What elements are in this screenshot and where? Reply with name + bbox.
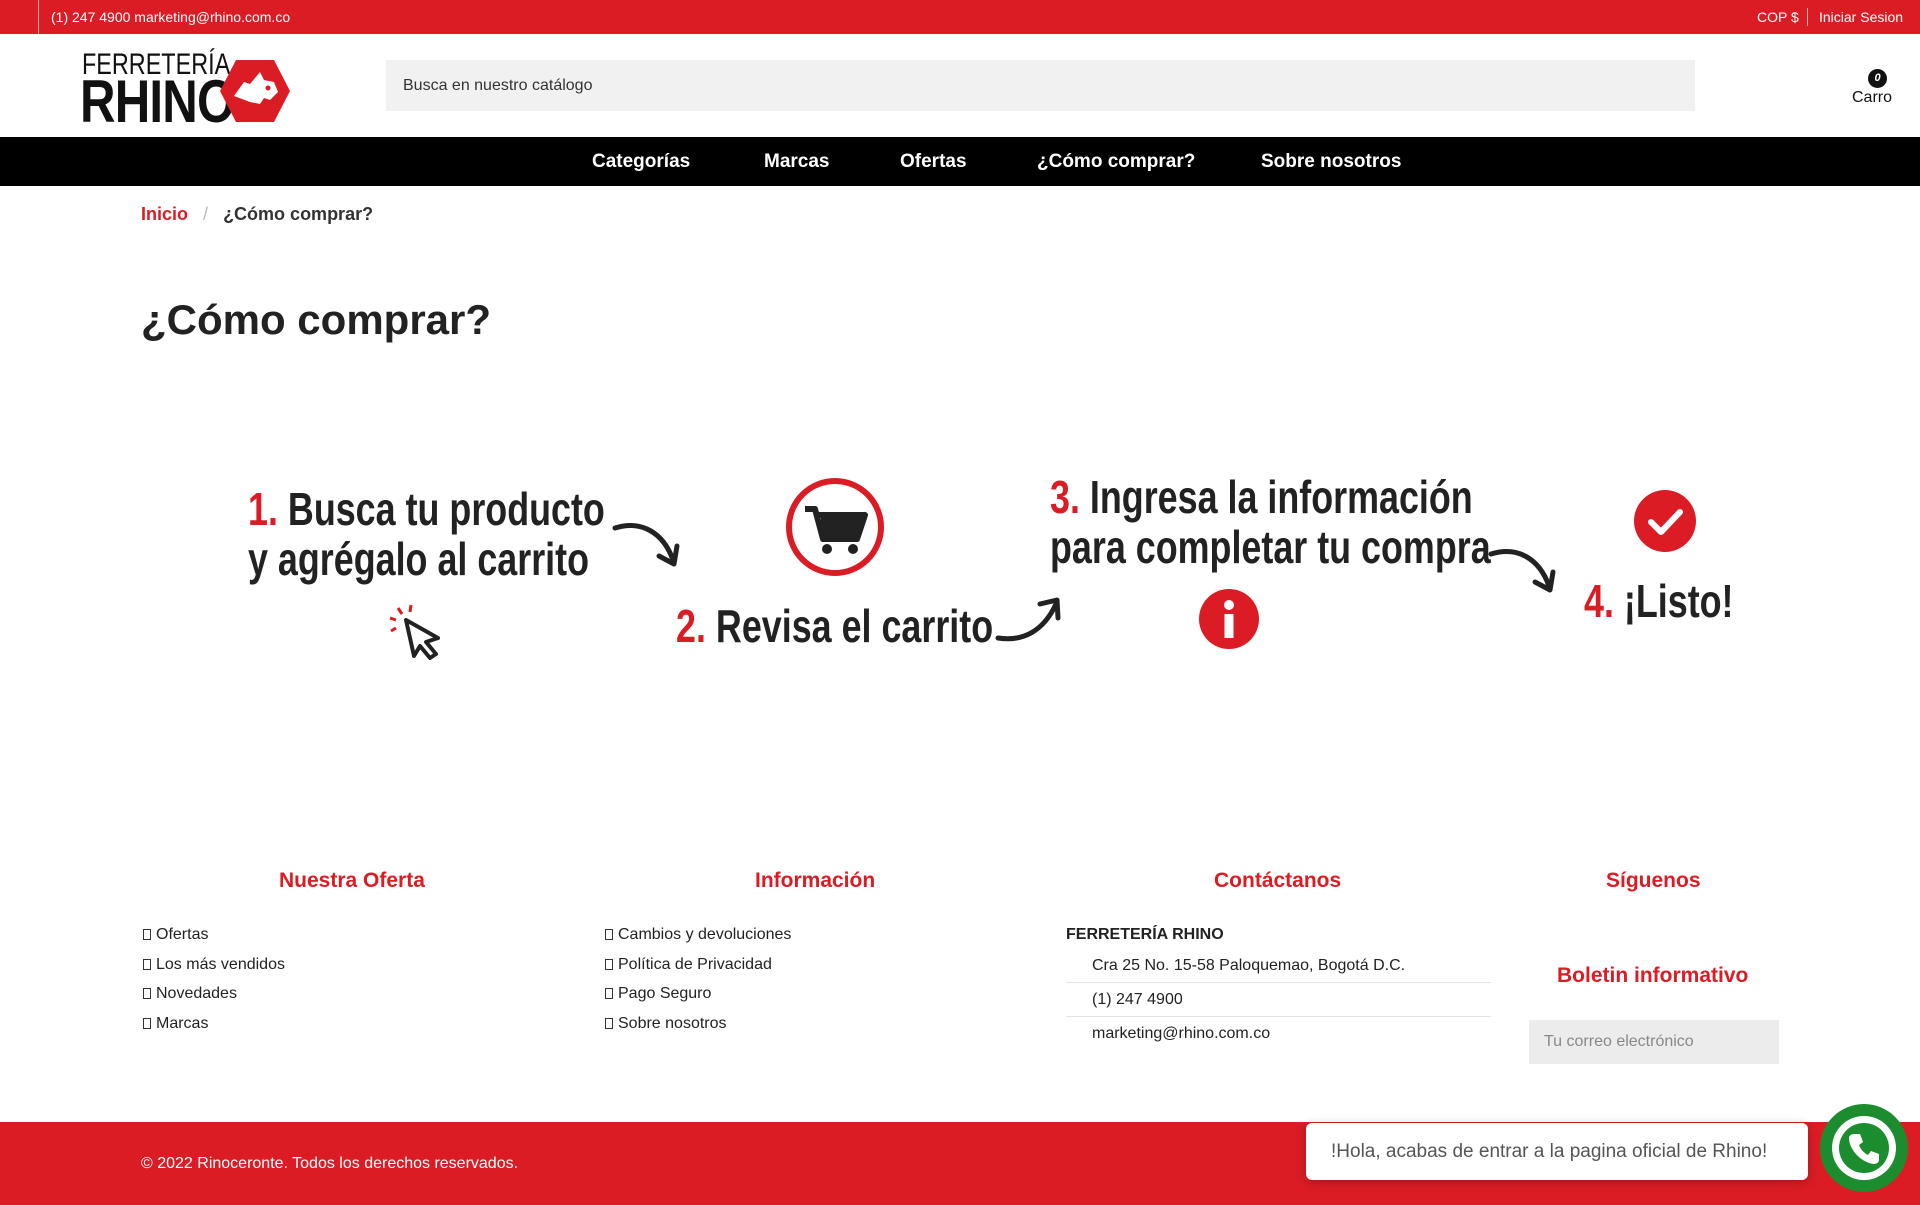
cart-button[interactable]: 0 Carro <box>1848 68 1898 108</box>
breadcrumb-separator: / <box>203 204 209 224</box>
nav-item-ofertas[interactable]: Ofertas <box>900 137 967 186</box>
topbar-divider <box>1807 8 1808 26</box>
step-1-number: 1. <box>248 483 278 535</box>
step-2-text: 2. Revisa el carrito <box>676 601 993 651</box>
main-nav: Categorías Marcas Ofertas ¿Cómo comprar?… <box>0 137 1920 186</box>
site-logo[interactable]: FERRETERÍA RHINO <box>80 48 290 132</box>
step-4-text: 4. ¡Listo! <box>1584 576 1734 626</box>
logo-line-2: RHINO <box>80 68 235 135</box>
newsletter-email-input[interactable]: Tu correo electrónico <box>1529 1020 1779 1064</box>
contact-address: Cra 25 No. 15-58 Paloquemao, Bogotá D.C. <box>1066 949 1491 983</box>
footer-link-label: Marcas <box>156 1014 209 1032</box>
step-3-line-2: para completar tu compra <box>1050 521 1491 573</box>
cart-count-badge: 0 <box>1868 69 1887 88</box>
footer-contact-block: FERRETERÍA RHINO Cra 25 No. 15-58 Paloqu… <box>1066 921 1491 1051</box>
step-1-line-2: y agrégalo al carrito <box>248 533 590 585</box>
footer-title-informacion: Información <box>755 869 876 892</box>
newsletter-title: Boletin informativo <box>1557 964 1749 987</box>
bullet-icon <box>143 958 151 970</box>
footer-link-label: Ofertas <box>156 926 209 943</box>
step-2-number: 2. <box>676 600 706 652</box>
cart-label: Carro <box>1852 89 1893 106</box>
contact-phone[interactable]: (1) 247 4900 <box>1066 983 1491 1017</box>
phone-icon <box>1839 1123 1889 1173</box>
footer-link-mas-vendidos[interactable]: Los más vendidos <box>143 950 285 980</box>
page-title: ¿Cómo comprar? <box>141 296 492 343</box>
chat-greeting-text: !Hola, acabas de entrar a la pagina ofic… <box>1331 1141 1768 1162</box>
whatsapp-chat-button[interactable] <box>1820 1104 1908 1192</box>
nav-item-marcas[interactable]: Marcas <box>764 137 830 186</box>
contact-company-name: FERRETERÍA RHINO <box>1066 926 1224 943</box>
search-placeholder: Busca en nuestro catálogo <box>403 77 593 94</box>
bullet-icon <box>143 1017 151 1029</box>
breadcrumb: Inicio / ¿Cómo comprar? <box>141 204 373 225</box>
bullet-icon <box>143 988 151 999</box>
copyright-text: © 2022 Rinoceronte. Todos los derechos r… <box>141 1155 519 1172</box>
footer-link-ofertas[interactable]: Ofertas <box>143 920 285 950</box>
breadcrumb-current: ¿Cómo comprar? <box>223 204 374 224</box>
footer-link-novedades[interactable]: Novedades <box>143 979 285 1009</box>
footer-link-marcas[interactable]: Marcas <box>143 1009 285 1039</box>
currency-selector[interactable]: COP $ <box>1757 0 1799 34</box>
cursor-click-icon <box>389 604 440 660</box>
footer-link-privacidad[interactable]: Política de Privacidad <box>605 950 791 980</box>
footer-link-label: Los más vendidos <box>156 955 285 973</box>
search-input[interactable]: Busca en nuestro catálogo <box>386 60 1695 111</box>
bullet-icon <box>605 988 613 999</box>
whatsapp-inner <box>1832 1116 1896 1180</box>
step-4-label: ¡Listo! <box>1623 575 1734 627</box>
footer-link-label: Cambios y devoluciones <box>618 926 792 943</box>
breadcrumb-home-link[interactable]: Inicio <box>141 204 188 224</box>
footer-link-pago-seguro[interactable]: Pago Seguro <box>605 979 791 1009</box>
step-4-number: 4. <box>1584 575 1614 627</box>
footer-title-contactanos: Contáctanos <box>1214 869 1342 892</box>
newsletter-placeholder: Tu correo electrónico <box>1544 1033 1694 1050</box>
footer-list-oferta: Ofertas Los más vendidos Novedades Marca… <box>143 920 285 1038</box>
step-1-line-1: Busca tu producto <box>287 483 605 535</box>
step-3-line-1: Ingresa la información <box>1089 471 1473 523</box>
topbar-contact-info: (1) 247 4900 marketing@rhino.com.co <box>38 0 290 34</box>
step-2-label: Revisa el carrito <box>715 600 994 652</box>
login-link[interactable]: Iniciar Sesion <box>1819 0 1903 34</box>
chat-greeting-bubble[interactable]: !Hola, acabas de entrar a la pagina ofic… <box>1306 1123 1808 1180</box>
footer-link-label: Novedades <box>156 985 237 1002</box>
rhino-logo-icon <box>220 60 290 122</box>
nav-item-como-comprar[interactable]: ¿Cómo comprar? <box>1037 137 1195 186</box>
step-3-number: 3. <box>1050 471 1080 523</box>
footer-link-sobre-nosotros[interactable]: Sobre nosotros <box>605 1009 791 1039</box>
footer-title-siguenos: Síguenos <box>1606 869 1701 892</box>
bullet-icon <box>605 958 613 970</box>
bullet-icon <box>605 929 613 940</box>
check-circle-icon <box>1634 490 1696 552</box>
step-1-text: 1. Busca tu producto y agrégalo al carri… <box>248 484 605 584</box>
footer-link-label: Sobre nosotros <box>618 1014 727 1032</box>
bullet-icon <box>605 1017 613 1029</box>
arrow-down-right-icon-2 <box>1488 549 1556 593</box>
top-bar: (1) 247 4900 marketing@rhino.com.co COP … <box>0 0 1920 34</box>
footer-list-informacion: Cambios y devoluciones Política de Priva… <box>605 920 791 1038</box>
step-3-text: 3. Ingresa la información para completar… <box>1050 472 1491 572</box>
arrow-up-right-icon <box>995 597 1061 642</box>
footer-link-cambios[interactable]: Cambios y devoluciones <box>605 920 791 950</box>
info-icon <box>1199 589 1259 649</box>
footer-title-nuestra-oferta: Nuestra Oferta <box>279 869 425 892</box>
site-header: FERRETERÍA RHINO Busca en nuestro catálo… <box>0 34 1920 137</box>
shopping-cart-icon <box>786 478 884 576</box>
nav-item-sobre-nosotros[interactable]: Sobre nosotros <box>1261 137 1401 186</box>
bullet-icon <box>143 929 151 940</box>
footer-link-label: Política de Privacidad <box>618 955 772 973</box>
nav-item-categorias[interactable]: Categorías <box>592 137 690 186</box>
footer-link-label: Pago Seguro <box>618 985 712 1002</box>
contact-email[interactable]: marketing@rhino.com.co <box>1066 1017 1491 1051</box>
arrow-down-right-icon <box>612 523 680 567</box>
